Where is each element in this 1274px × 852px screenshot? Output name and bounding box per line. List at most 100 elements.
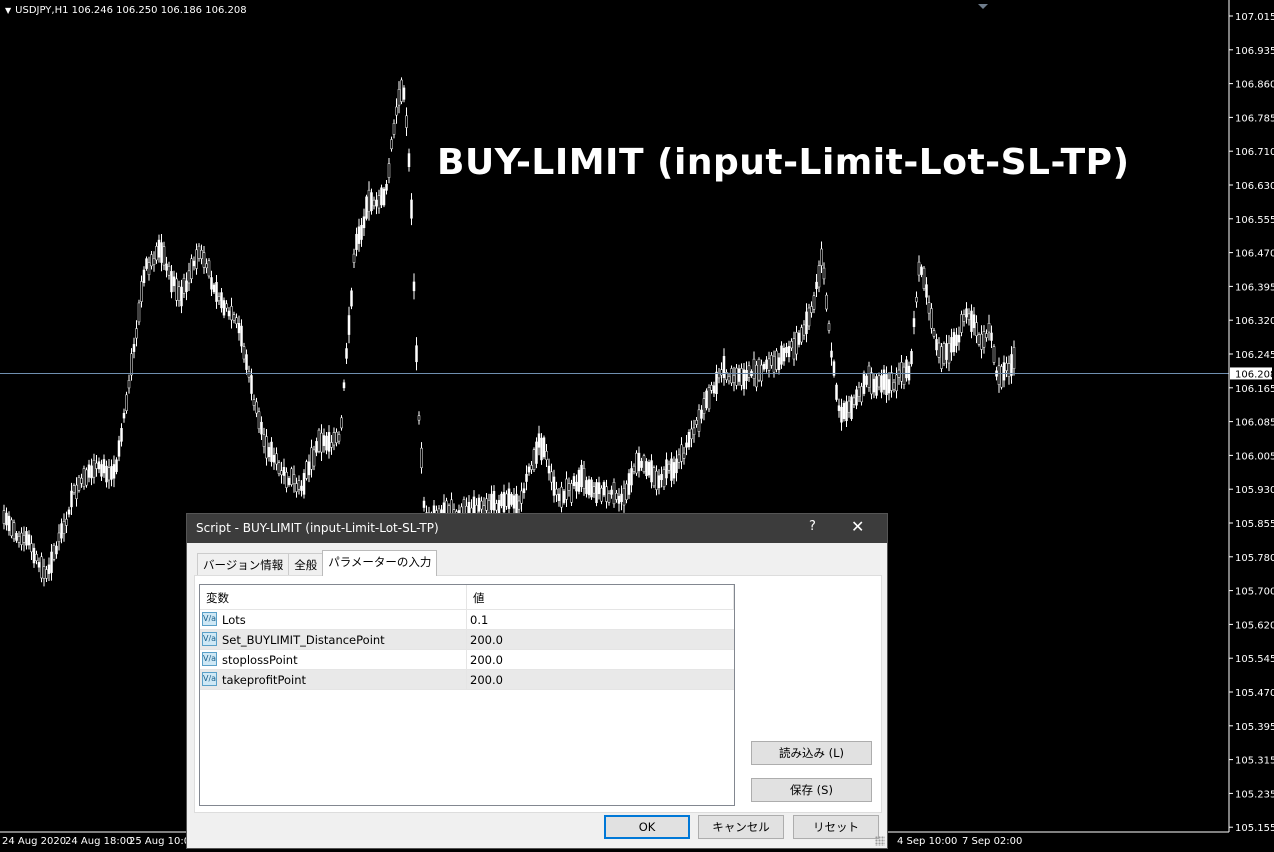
candle-body xyxy=(232,314,236,321)
candle-body xyxy=(732,375,736,384)
load-button[interactable]: 読み込み (L) xyxy=(751,741,872,765)
candle-body xyxy=(542,437,546,458)
param-value[interactable]: 200.0 xyxy=(470,673,503,687)
dialog-titlebar[interactable]: Script - BUY-LIMIT (input-Limit-Lot-SL-T… xyxy=(187,514,887,543)
tab-general[interactable]: 全般 xyxy=(288,553,324,575)
close-button[interactable]: ✕ xyxy=(851,517,864,536)
price-tick-label: 106.470 xyxy=(1235,249,1274,260)
param-row-distance-point[interactable]: V/a Set_BUYLIMIT_DistancePoint 200.0 xyxy=(200,630,734,650)
candle-body xyxy=(925,284,928,298)
cell-divider xyxy=(466,630,467,650)
candle-body xyxy=(85,469,88,486)
reset-button[interactable]: リセット xyxy=(793,815,879,839)
price-tick-label: 105.700 xyxy=(1235,587,1274,598)
save-button[interactable]: 保存 (S) xyxy=(751,778,872,802)
candle-body xyxy=(282,466,286,476)
param-value[interactable]: 0.1 xyxy=(470,613,488,627)
candle-body xyxy=(525,473,528,482)
candle-body xyxy=(617,495,621,504)
candle-body xyxy=(495,503,498,511)
param-row-stoploss[interactable]: V/a stoplossPoint 200.0 xyxy=(200,650,734,670)
candle-body xyxy=(305,461,308,479)
candle-body xyxy=(905,359,908,379)
candle-body xyxy=(485,498,488,511)
candle-body xyxy=(105,465,108,483)
candle-body xyxy=(65,518,68,526)
candle-body xyxy=(872,378,876,393)
candle-body xyxy=(400,79,403,102)
param-row-takeprofit[interactable]: V/a takeprofitPoint 200.0 xyxy=(200,670,734,690)
candle-body xyxy=(135,328,138,339)
candle-body xyxy=(577,469,581,492)
candle-body xyxy=(115,459,118,472)
price-tick-label: 106.935 xyxy=(1235,46,1274,57)
candle-body xyxy=(615,493,618,500)
candle-body xyxy=(107,467,111,481)
candle-body xyxy=(417,415,421,421)
tab-input-parameters[interactable]: パラメーターの入力 xyxy=(322,550,438,576)
candle-body xyxy=(647,462,651,476)
candle-body xyxy=(70,490,73,508)
help-button[interactable]: ? xyxy=(809,519,816,534)
candle-body xyxy=(35,554,38,561)
candle-body xyxy=(405,115,408,128)
variable-icon: V/a xyxy=(202,632,217,646)
candle-body xyxy=(815,281,818,290)
candle-body xyxy=(937,342,941,358)
candle-body xyxy=(827,323,831,331)
candle-body xyxy=(532,449,536,470)
candle-body xyxy=(225,303,228,309)
dialog-title: Script - BUY-LIMIT (input-Limit-Lot-SL-T… xyxy=(196,521,439,535)
candle-body xyxy=(575,481,578,492)
variable-icon: V/a xyxy=(202,672,217,686)
candle-body xyxy=(317,429,321,452)
candle-body xyxy=(882,369,886,390)
price-tick-label: 106.005 xyxy=(1235,451,1274,462)
candle-body xyxy=(785,347,788,354)
candle-body xyxy=(982,331,986,348)
candle-body xyxy=(917,261,921,276)
time-tick-label: 24 Aug 2020 xyxy=(2,836,66,847)
candle-body xyxy=(992,346,996,363)
column-header-variable[interactable]: 変数 xyxy=(206,590,229,606)
candle-body xyxy=(345,348,348,359)
candle-body xyxy=(325,435,328,451)
candle-body xyxy=(632,465,636,472)
resize-grip-icon[interactable] xyxy=(875,836,885,846)
candle-body xyxy=(382,188,386,206)
tab-version-info[interactable]: バージョン情報 xyxy=(197,553,290,575)
candle-body xyxy=(207,260,211,277)
candle-body xyxy=(825,294,828,310)
candle-body xyxy=(537,433,541,448)
candle-body xyxy=(365,196,368,219)
column-header-value[interactable]: 値 xyxy=(473,590,485,606)
param-value[interactable]: 200.0 xyxy=(470,653,503,667)
candle-body xyxy=(1002,362,1006,381)
candle-body xyxy=(192,260,196,267)
ok-button[interactable]: OK xyxy=(604,815,690,839)
candle-body xyxy=(370,192,373,211)
variable-icon: V/a xyxy=(202,652,217,666)
param-row-lots[interactable]: V/a Lots 0.1 xyxy=(200,610,734,630)
candle-body xyxy=(935,339,938,351)
candle-body xyxy=(807,307,811,327)
candle-body xyxy=(177,286,181,301)
candle-body xyxy=(820,248,823,266)
candle-body xyxy=(350,290,353,307)
candle-body xyxy=(912,318,916,327)
candle-body xyxy=(395,106,398,116)
cancel-button[interactable]: キャンセル xyxy=(698,815,784,839)
candle-body xyxy=(755,364,758,388)
candle-body xyxy=(595,482,598,504)
candle-body xyxy=(845,401,848,422)
candle-body xyxy=(122,412,126,419)
parameter-list[interactable]: 変数 値 V/a Lots 0.1 V/a Set_BUYLIMIT_Dista… xyxy=(199,584,735,806)
chart-shift-marker[interactable] xyxy=(978,4,988,9)
candle-body xyxy=(165,263,168,271)
dropdown-triangle-icon[interactable]: ▼ xyxy=(5,6,11,15)
param-value[interactable]: 200.0 xyxy=(470,633,503,647)
candle-body xyxy=(712,385,716,394)
candle-body xyxy=(1005,362,1008,371)
candle-body xyxy=(300,485,303,491)
candle-body xyxy=(870,372,873,395)
